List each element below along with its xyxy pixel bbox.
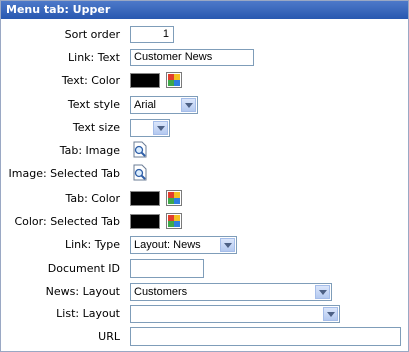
document-id-label: Document ID (47, 262, 120, 275)
panel-title: Menu tab: Upper (1, 1, 408, 19)
text-style-select[interactable]: Arial (130, 96, 198, 114)
link-type-select[interactable]: Layout: News (130, 236, 237, 254)
text-color-label: Text: Color (61, 74, 120, 87)
text-style-value: Arial (134, 99, 157, 111)
row-link-text: Link: Text Customer News (1, 46, 408, 69)
row-document-id: Document ID (1, 257, 408, 280)
link-text-input[interactable]: Customer News (130, 49, 254, 66)
chevron-down-icon[interactable] (315, 285, 330, 299)
image-browse-icon[interactable] (131, 164, 149, 182)
row-link-type: Link: Type Layout: News (1, 233, 408, 256)
row-tab-image: Tab: Image (1, 139, 408, 162)
row-color-selected-tab: Color: Selected Tab (1, 210, 408, 233)
row-url: URL (1, 325, 408, 348)
row-news-layout: News: Layout Customers (1, 280, 408, 303)
document-id-input[interactable] (130, 259, 204, 278)
image-selected-tab-label: Image: Selected Tab (8, 167, 120, 180)
menu-tab-panel: Menu tab: Upper Sort order 1 Link: Text … (0, 0, 409, 352)
chevron-down-icon[interactable] (181, 98, 196, 112)
color-picker-icon[interactable] (166, 190, 182, 206)
list-layout-select[interactable] (130, 305, 340, 323)
news-layout-select[interactable]: Customers (130, 283, 332, 301)
tab-color-label: Tab: Color (65, 192, 120, 205)
url-label: URL (98, 330, 120, 343)
color-picker-icon[interactable] (166, 72, 182, 88)
row-image-selected-tab: Image: Selected Tab (1, 162, 408, 185)
row-sort-order: Sort order 1 (1, 23, 408, 46)
link-text-label: Link: Text (68, 51, 120, 64)
color-picker-icon[interactable] (166, 213, 182, 229)
sort-order-input[interactable]: 1 (130, 26, 174, 43)
news-layout-label: News: Layout (45, 285, 120, 298)
url-input[interactable] (130, 327, 401, 346)
text-size-label: Text size (72, 121, 120, 134)
tab-image-label: Tab: Image (59, 144, 120, 157)
text-color-swatch[interactable] (130, 73, 160, 88)
color-selected-tab-label: Color: Selected Tab (14, 215, 120, 228)
tab-color-swatch[interactable] (130, 191, 160, 206)
text-size-select[interactable] (130, 119, 170, 137)
row-text-color: Text: Color (1, 69, 408, 92)
chevron-down-icon[interactable] (323, 307, 338, 321)
row-text-size: Text size (1, 116, 408, 139)
news-layout-value: Customers (134, 286, 188, 298)
row-tab-color: Tab: Color (1, 187, 408, 210)
list-layout-label: List: Layout (56, 307, 120, 320)
row-text-style: Text style Arial (1, 93, 408, 116)
chevron-down-icon[interactable] (220, 238, 235, 252)
selected-tab-color-swatch[interactable] (130, 214, 160, 229)
image-browse-icon[interactable] (131, 141, 149, 159)
link-type-value: Layout: News (134, 239, 201, 251)
text-style-label: Text style (67, 98, 120, 111)
row-list-layout: List: Layout (1, 302, 408, 325)
chevron-down-icon[interactable] (153, 121, 168, 135)
sort-order-label: Sort order (64, 28, 120, 41)
link-type-label: Link: Type (65, 238, 120, 251)
